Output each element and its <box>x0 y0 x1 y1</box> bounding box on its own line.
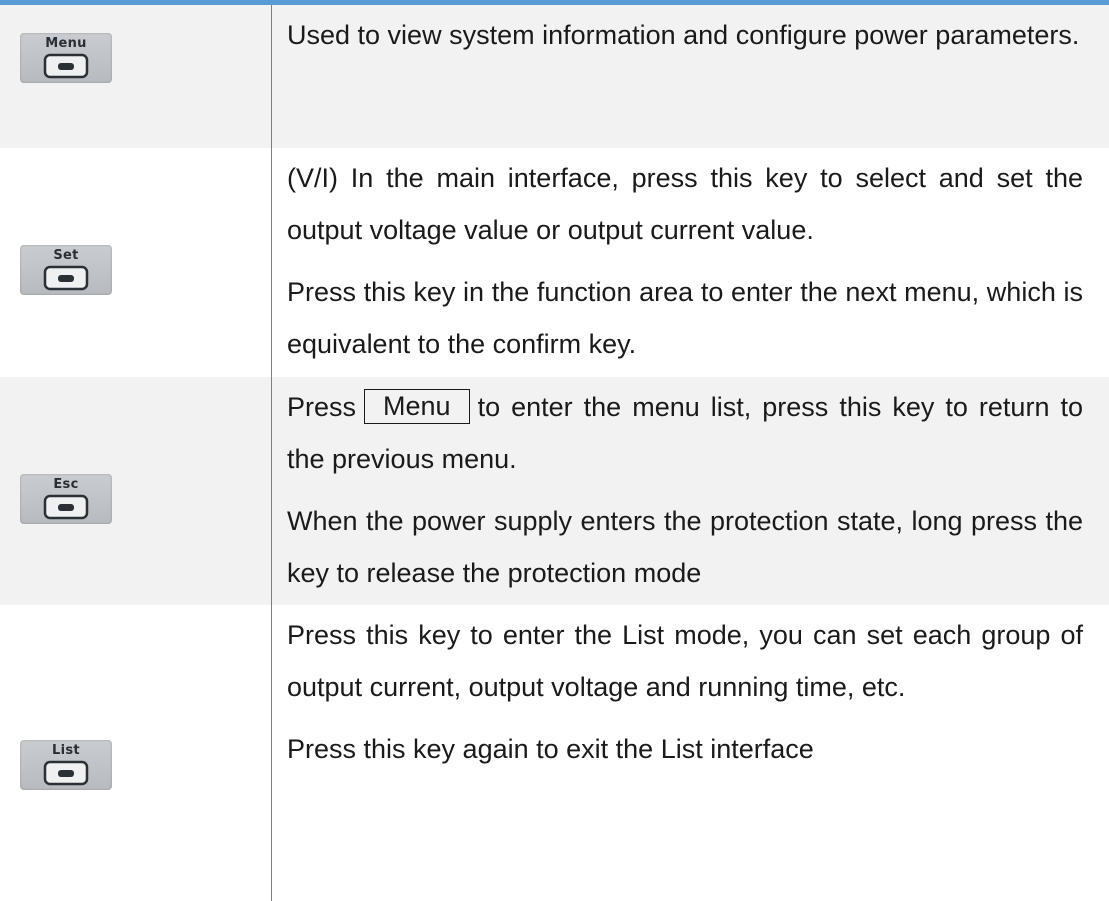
description-text: When the power supply enters the protect… <box>287 506 1083 588</box>
key-label: Menu <box>45 36 87 51</box>
table-row-list: List Press this key to enter the List mo… <box>0 605 1109 901</box>
description-text: (V/I) In the main interface, press this … <box>287 163 1083 245</box>
description-cell: Press Menu to enter the menu list, press t… <box>272 377 1109 605</box>
list-key-image: List <box>20 740 112 790</box>
key-label: Set <box>53 248 79 263</box>
key-cell: Set <box>0 148 272 377</box>
key-button-icon <box>43 265 89 291</box>
key-cell: Esc <box>0 377 272 605</box>
key-button-icon <box>43 760 89 786</box>
key-function-table: Menu Used to view system information and… <box>0 5 1109 901</box>
key-cell: List <box>0 605 272 901</box>
table-row-menu: Menu Used to view system information and… <box>0 5 1109 148</box>
menu-key-image: Menu <box>20 33 112 83</box>
key-button-icon <box>43 53 89 79</box>
key-cell: Menu <box>0 5 272 148</box>
description-cell: (V/I) In the main interface, press this … <box>272 148 1109 377</box>
table-row-esc: Esc Press Menu to enter the menu list, pre… <box>0 377 1109 605</box>
description-cell: Press this key to enter the List mode, y… <box>272 605 1109 901</box>
description-text: Press Menu to enter the menu list, press t… <box>287 381 1083 485</box>
esc-key-image: Esc <box>20 474 112 524</box>
description-cell: Used to view system information and conf… <box>272 5 1109 148</box>
inline-menu-key: Menu <box>364 389 470 424</box>
description-text: Press this key in the function area to e… <box>287 277 1083 359</box>
description-text: Used to view system information and conf… <box>287 20 1080 50</box>
description-text: Press this key again to exit the List in… <box>287 734 814 764</box>
table-row-set: Set (V/I) In the main interface, press t… <box>0 148 1109 377</box>
key-label: Esc <box>53 477 79 492</box>
description-text: Press this key to enter the List mode, y… <box>287 620 1083 702</box>
text-segment: Press <box>287 392 357 422</box>
key-button-icon <box>43 494 89 520</box>
set-key-image: Set <box>20 245 112 295</box>
key-label: List <box>52 743 80 758</box>
